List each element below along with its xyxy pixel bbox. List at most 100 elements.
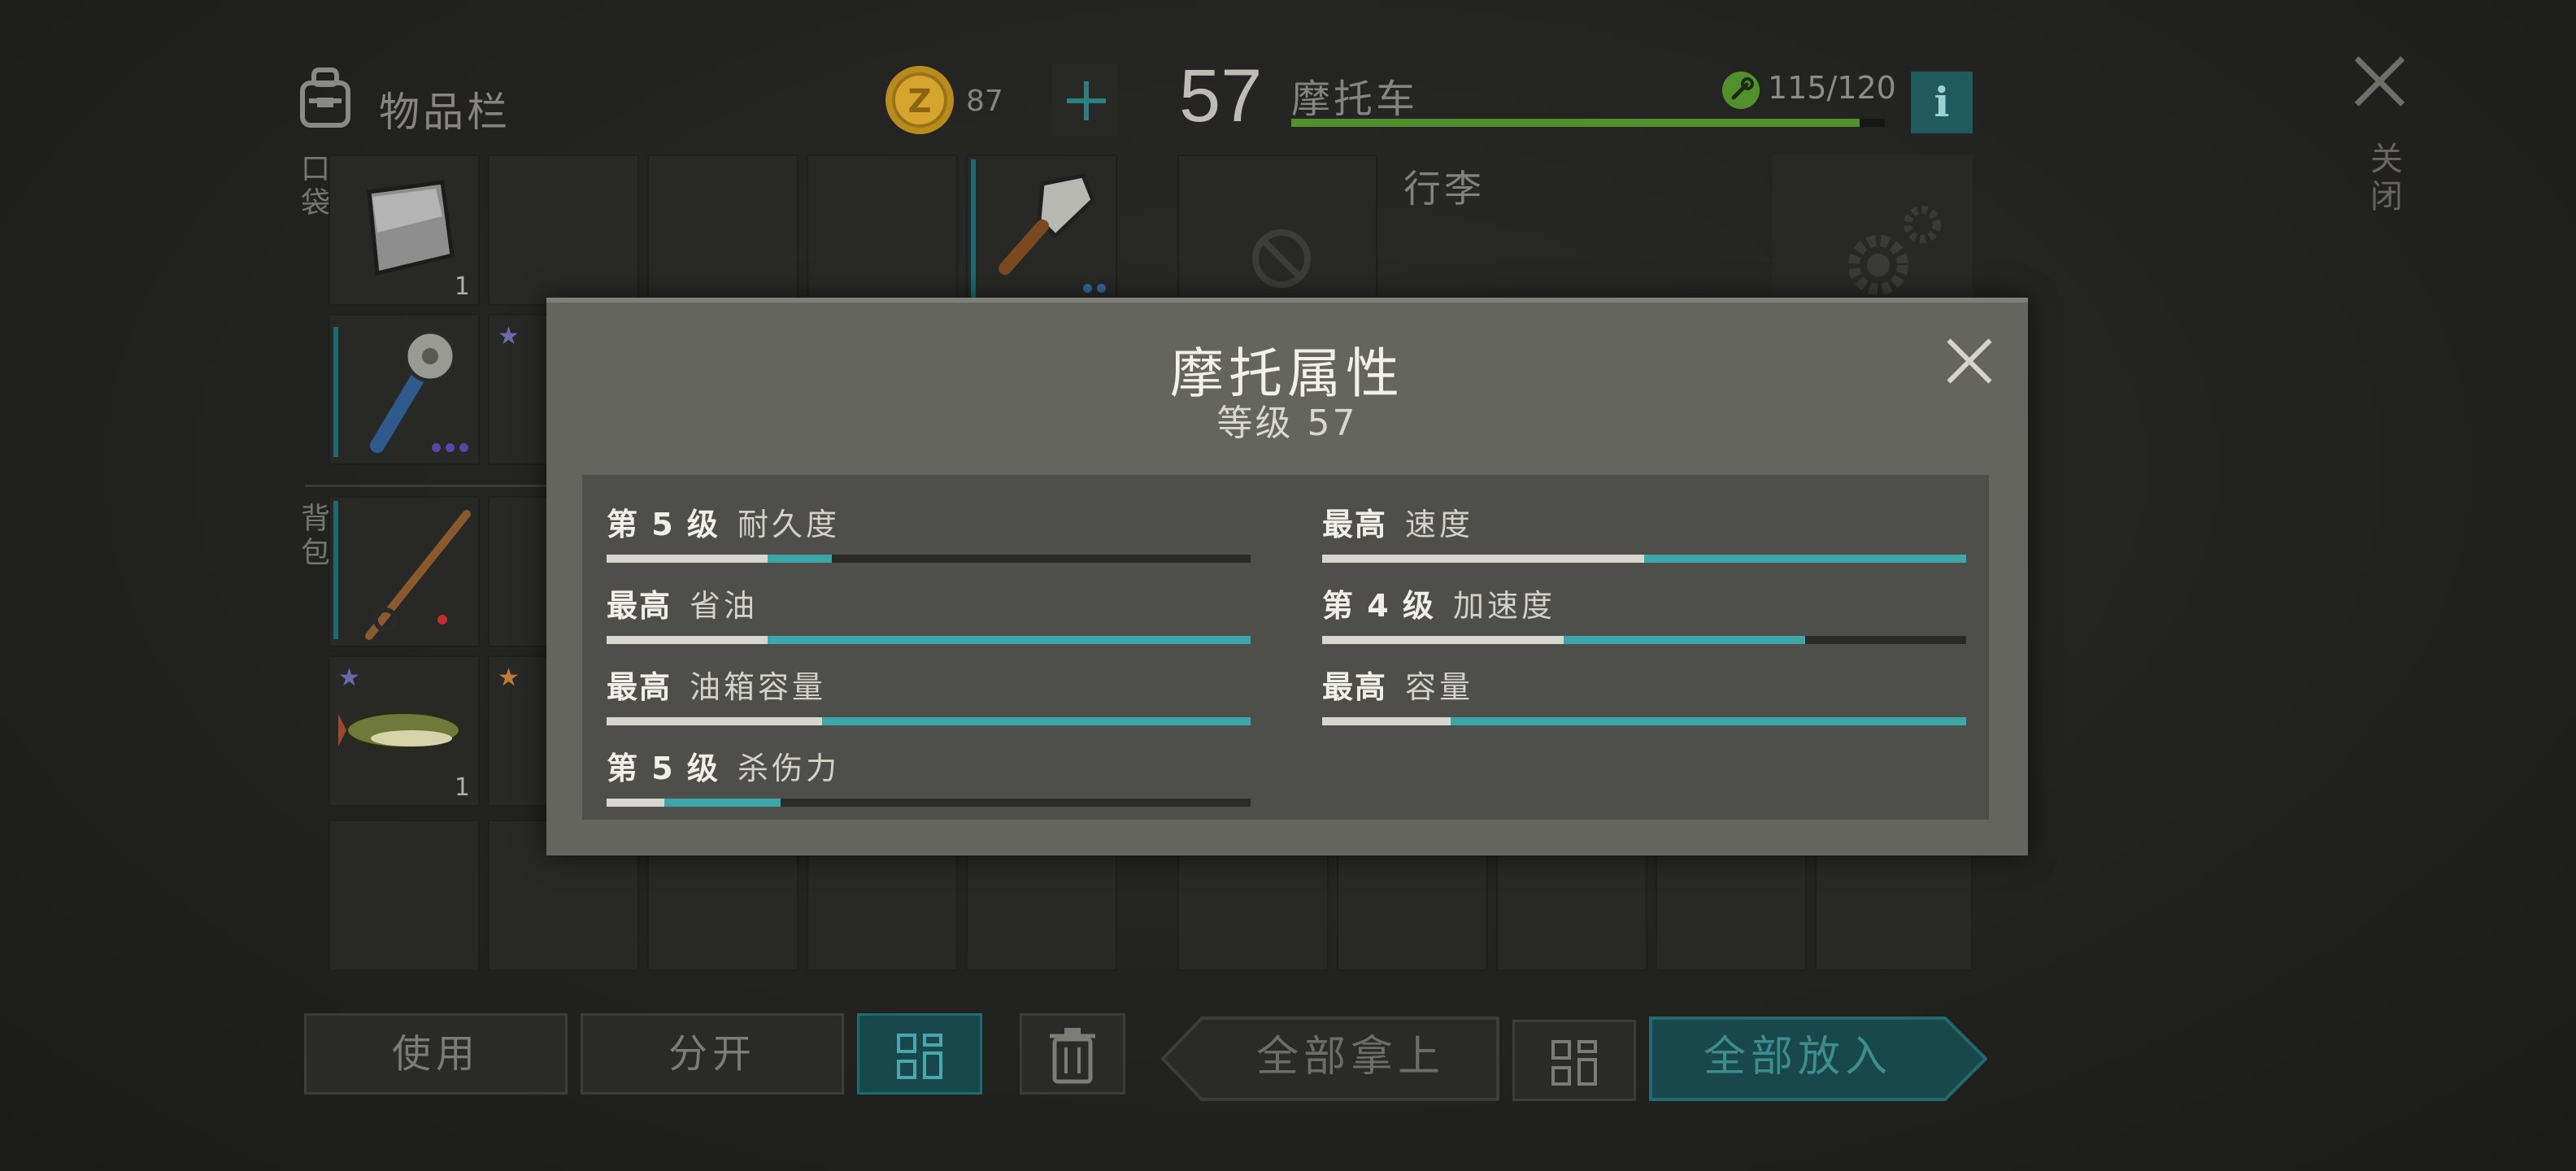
stat-bar-upgrade — [1564, 636, 1805, 644]
stat-bar-upgrade — [1451, 717, 1966, 725]
stat-row: 第 4 级加速度 — [1322, 571, 1966, 647]
stat-bar-upgrade — [768, 555, 833, 563]
stat-name: 省油 — [690, 588, 759, 624]
pocket-label: 口袋 — [296, 153, 329, 221]
stat-bar-base — [1322, 555, 1644, 563]
fishing-rod-icon — [365, 510, 471, 640]
grid-icon — [897, 1034, 942, 1079]
cleaver-icon — [999, 173, 1095, 275]
trash-icon — [1050, 1028, 1095, 1084]
backpack-label: 背包 — [296, 503, 329, 571]
sort-inventory-button[interactable] — [857, 1013, 982, 1095]
split-button[interactable]: 分开 — [581, 1013, 844, 1095]
stat-bar-upgrade — [768, 636, 1251, 644]
coin-icon: Z — [886, 66, 954, 134]
stat-row: 第 5 级杀伤力 — [607, 734, 1251, 810]
add-coins-button[interactable] — [1052, 63, 1117, 137]
inventory-slot-empty[interactable] — [329, 820, 480, 971]
inventory-slot-pike[interactable]: ★ 1 — [329, 655, 480, 807]
vehicle-upgrade-slot[interactable] — [1773, 155, 1973, 306]
close-icon[interactable] — [2352, 52, 2408, 109]
stat-bar — [607, 636, 1251, 644]
delete-button[interactable] — [1020, 1013, 1125, 1095]
stat-bar-base — [1322, 636, 1564, 644]
stat-level: 最高 — [1322, 669, 1388, 705]
stat-bar — [1322, 555, 1966, 563]
inventory-title: 物品栏 — [379, 89, 511, 136]
stat-bar-upgrade — [664, 799, 781, 807]
stat-bar — [607, 555, 1251, 563]
stat-level: 最高 — [607, 588, 672, 624]
stat-level: 第 4 级 — [1322, 588, 1435, 624]
stat-bar — [1322, 717, 1966, 725]
stat-name: 速度 — [1405, 507, 1474, 542]
vehicle-stats-modal: 摩托属性 等级 57 第 5 级耐久度 最高 速度 最高 省油第 4 级加速度 最高 油箱容… — [546, 298, 2028, 855]
stat-row: 最高 省油 — [607, 571, 1251, 647]
vehicle-durability-text: 115/120 — [1768, 70, 1896, 106]
stat-name: 加速度 — [1453, 588, 1556, 624]
vehicle-durability-fill — [1291, 119, 1860, 127]
stat-level: 第 5 级 — [607, 507, 720, 542]
stat-bar — [1322, 636, 1966, 644]
stat-row: 最高 速度 — [1322, 490, 1966, 566]
inventory-slot-empty[interactable] — [647, 155, 798, 306]
star-icon: ★ — [338, 664, 360, 692]
saw-mace-icon — [370, 329, 457, 453]
wrench-icon — [1722, 72, 1760, 109]
stat-bar-base — [1322, 717, 1451, 725]
star-icon: ★ — [498, 322, 520, 350]
inventory-slot-fishing-rod[interactable] — [329, 496, 480, 647]
stat-bar — [607, 799, 1251, 807]
stat-level: 最高 — [607, 669, 672, 705]
durability-indicator — [333, 327, 338, 457]
rarity-dots — [432, 443, 468, 452]
stat-row: 第 5 级耐久度 — [607, 490, 1251, 566]
coin-count: 87 — [966, 85, 1003, 118]
inventory-slot-saw-mace[interactable] — [329, 314, 480, 465]
svg-text:Z: Z — [907, 83, 931, 120]
inventory-slot-empty[interactable] — [488, 155, 639, 306]
stat-bar-base — [607, 636, 768, 644]
duct-tape-icon — [367, 180, 455, 276]
vehicle-level: 57 — [1179, 54, 1263, 137]
inventory-header: 物品栏 Z 87 — [293, 63, 1130, 153]
inventory-slot-cleaver[interactable] — [966, 155, 1117, 306]
close-label[interactable]: 关闭 — [2360, 141, 2407, 216]
vehicle-name: 摩托车 — [1291, 76, 1419, 122]
inventory-slot-empty[interactable] — [807, 155, 958, 306]
inventory-slot-duct-tape[interactable]: 1 — [329, 155, 480, 306]
backpack-icon — [300, 67, 350, 128]
stat-name: 杀伤力 — [738, 751, 841, 786]
grid-icon — [1551, 1040, 1597, 1086]
stats-panel: 第 5 级耐久度 最高 速度 最高 省油第 4 级加速度 最高 油箱容量 最高 容量第 5 级杀… — [582, 475, 1989, 820]
stat-row: 最高 容量 — [1322, 652, 1966, 729]
stat-bar-base — [607, 555, 768, 563]
stat-name: 油箱容量 — [690, 669, 827, 705]
sort-vehicle-button[interactable] — [1512, 1020, 1636, 1101]
blocked-icon — [1252, 229, 1311, 288]
stat-bar-base — [607, 717, 823, 725]
stat-row: 最高 油箱容量 — [607, 652, 1251, 729]
modal-close-icon[interactable] — [1945, 337, 1994, 385]
put-all-button[interactable]: 全部放入 — [1649, 1016, 1947, 1098]
gear-icon — [1848, 206, 1941, 295]
stat-bar — [607, 717, 1251, 725]
rarity-dots — [1083, 284, 1106, 293]
take-all-button[interactable]: 全部拿上 — [1202, 1016, 1499, 1098]
durability-indicator — [971, 159, 976, 298]
info-button[interactable]: i — [1911, 72, 1973, 133]
vehicle-slot-blocked[interactable] — [1177, 155, 1377, 306]
pike-fish-icon — [338, 711, 462, 750]
stat-level: 最高 — [1322, 507, 1388, 542]
use-button[interactable]: 使用 — [304, 1013, 568, 1095]
slot-count: 1 — [454, 272, 470, 301]
stat-name: 耐久度 — [738, 507, 841, 542]
stat-bar-base — [607, 799, 665, 807]
vehicle-durability-bar — [1291, 119, 1885, 127]
slot-count: 1 — [454, 773, 470, 802]
durability-indicator — [333, 501, 338, 639]
stat-name: 容量 — [1405, 669, 1474, 705]
stat-bar-upgrade — [822, 717, 1251, 725]
stat-level: 第 5 级 — [607, 751, 720, 786]
luggage-label: 行李 — [1403, 167, 1485, 211]
